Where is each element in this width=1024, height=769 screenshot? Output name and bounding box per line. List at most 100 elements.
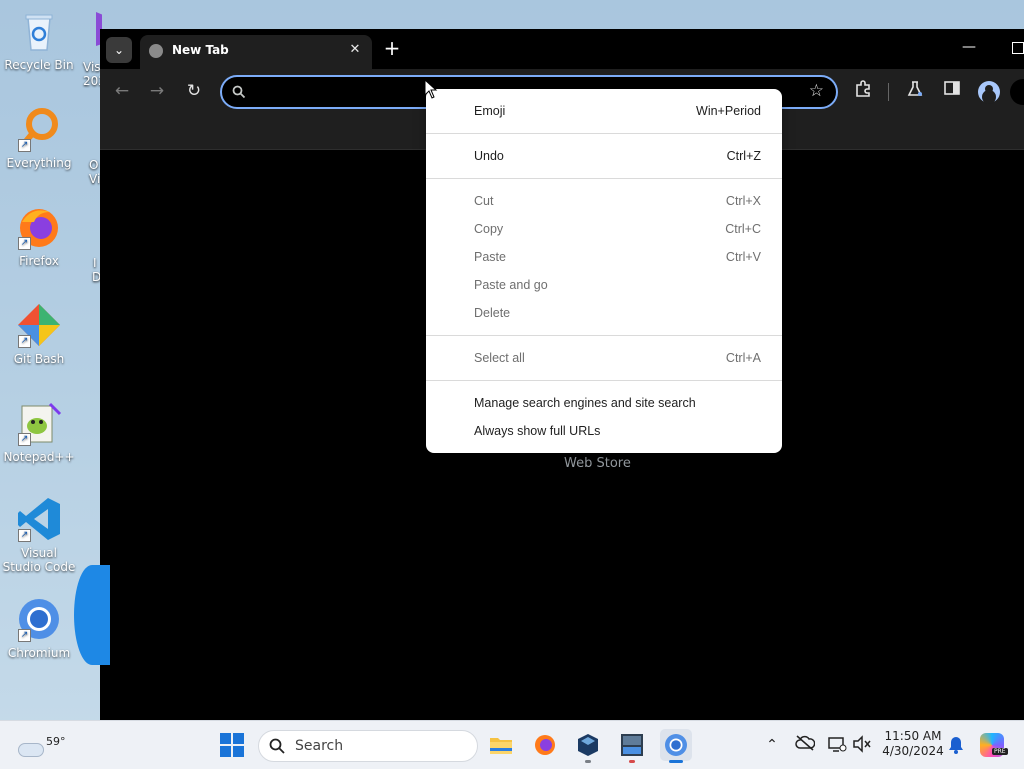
side-panel-icon [944,81,960,95]
menu-item-label: Undo [474,149,504,163]
git-bash-icon: ↗ [16,302,62,348]
volume-muted-icon[interactable] [852,735,872,755]
menu-item-paste-and-go[interactable]: Paste and go [426,271,782,299]
desktop-icon-everything[interactable]: ↗ Everything [2,106,76,170]
menu-item-label: Always show full URLs [474,424,601,438]
desktop-icon-notepad-plus-plus[interactable]: ↗ Notepad++ [2,400,76,464]
desktop-icon-chromium[interactable]: ↗ Chromium [2,596,76,660]
back-button[interactable]: ← [111,81,133,103]
shortcut-arrow-icon: ↗ [18,629,31,642]
mouse-cursor-icon [424,79,438,99]
menu-item-undo[interactable]: Undo Ctrl+Z [426,142,782,170]
menu-item-emoji[interactable]: Emoji Win+Period [426,97,782,125]
context-menu: Emoji Win+Period Undo Ctrl+Z Cut Ctrl+X … [426,89,782,453]
profile-avatar[interactable] [978,81,1000,103]
desktop-icon-column: Recycle Bin ↗ Everything ↗ Firefox ↗ Git… [0,0,80,720]
tab-new-tab[interactable]: New Tab ✕ [140,35,372,69]
vscode-icon: ↗ [16,496,62,542]
reload-button[interactable]: ↻ [183,81,205,103]
chromium-icon [665,734,687,756]
menu-separator [426,380,782,381]
menu-item-shortcut: Ctrl+A [725,351,761,365]
recycle-bin-icon [16,8,62,54]
onedrive-offline-icon[interactable] [795,735,816,755]
menu-item-label: Manage search engines and site search [474,396,696,410]
menu-separator [426,335,782,336]
virtualbox-icon [578,734,598,756]
network-icon[interactable] [827,735,847,755]
puzzle-icon [856,80,870,97]
taskbar-search-label: Search [295,738,344,754]
bookmark-star-icon[interactable]: ☆ [809,81,824,101]
desktop-icon-label-partial: Vis [83,60,101,74]
desktop-icon-firefox[interactable]: ↗ Firefox [2,204,76,268]
menu-item-select-all[interactable]: Select all Ctrl+A [426,344,782,372]
weather-widget[interactable]: 59° [16,729,66,761]
desktop-icon-vscode[interactable]: ↗ Visual Studio Code [2,496,76,574]
taskbar-firefox[interactable] [529,729,561,761]
menu-item-paste[interactable]: Paste Ctrl+V [426,243,782,271]
windows-logo-icon [220,733,244,757]
menu-item-shortcut: Ctrl+X [725,194,761,208]
copilot-preview-badge: PRE [992,748,1008,755]
new-tab-button[interactable]: + [382,38,402,59]
flask-icon [907,81,923,96]
firefox-icon: ↗ [16,204,62,250]
running-indicator [585,760,591,763]
shortcut-arrow-icon: ↗ [18,335,31,348]
taskbar-clock[interactable]: 11:50 AM 4/30/2024 [880,729,946,759]
tab-title: New Tab [172,43,229,57]
labs-button[interactable] [903,79,927,103]
search-icon [269,738,285,754]
desktop-icon-label-partial: O [89,158,99,172]
menu-item-label: Paste [474,250,506,264]
taskbar-vs-2022[interactable] [616,729,648,763]
vs-2022-icon [621,734,643,756]
edge-logo-partial-icon [74,565,110,665]
show-hidden-icons-button[interactable]: ⌃ [762,735,782,755]
menu-item-shortcut: Win+Period [696,104,761,118]
forward-button[interactable]: → [146,81,168,103]
menu-item-always-show-full-urls[interactable]: Always show full URLs [426,417,782,445]
close-icon[interactable]: ✕ [346,41,364,59]
shortcut-arrow-icon: ↗ [18,529,31,542]
tab-search-button[interactable]: ⌄ [106,37,132,63]
menu-item-label: Copy [474,222,504,236]
taskbar-search-box[interactable]: Search [258,730,478,762]
notification-bell-icon[interactable] [947,735,965,755]
taskbar-chromium[interactable] [660,729,692,763]
folder-icon [490,738,512,754]
start-button[interactable] [220,733,244,757]
menu-item-manage-search-engines[interactable]: Manage search engines and site search [426,389,782,417]
web-store-shortcut-label[interactable]: Web Store [564,456,631,471]
menu-item-shortcut: Ctrl+V [725,250,761,264]
menu-item-delete[interactable]: Delete [426,299,782,327]
menu-item-copy[interactable]: Copy Ctrl+C [426,215,782,243]
desktop-icon-recycle-bin[interactable]: Recycle Bin [2,8,76,72]
menu-item-label: Emoji [474,104,506,118]
clock-time: 11:50 AM [884,729,942,743]
menu-item-shortcut: Ctrl+Z [726,149,761,163]
desktop-icon-label: Git Bash [13,352,65,366]
globe-icon [149,44,163,58]
chromium-icon: ↗ [16,596,62,642]
maximize-button[interactable] [1012,42,1024,54]
extensions-button[interactable] [852,79,876,103]
menu-separator [426,133,782,134]
side-panel-button[interactable] [940,79,964,103]
menu-item-label: Delete [474,306,511,320]
desktop-icon-label-partial: Vi [89,172,101,186]
desktop-icon-label-partial: I [93,256,97,270]
menu-item-cut[interactable]: Cut Ctrl+X [426,187,782,215]
taskbar-virtualbox[interactable] [572,729,604,763]
taskbar-file-explorer[interactable] [485,729,517,761]
desktop-icon-label: Recycle Bin [4,58,74,72]
desktop-icon-git-bash[interactable]: ↗ Git Bash [2,302,76,366]
everything-icon: ↗ [16,106,62,152]
active-indicator [669,760,683,763]
running-indicator [629,760,635,763]
menu-item-label: Select all [474,351,525,365]
menu-button[interactable] [1010,79,1024,105]
minimize-button[interactable]: — [962,39,976,55]
menu-item-shortcut: Ctrl+C [725,222,761,236]
